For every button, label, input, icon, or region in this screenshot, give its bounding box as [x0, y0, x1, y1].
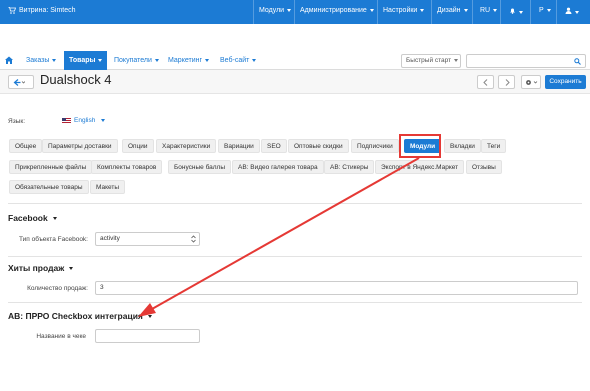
annotation-arrow	[138, 157, 420, 317]
arrow-head	[138, 303, 156, 317]
arrow-line	[151, 157, 420, 310]
